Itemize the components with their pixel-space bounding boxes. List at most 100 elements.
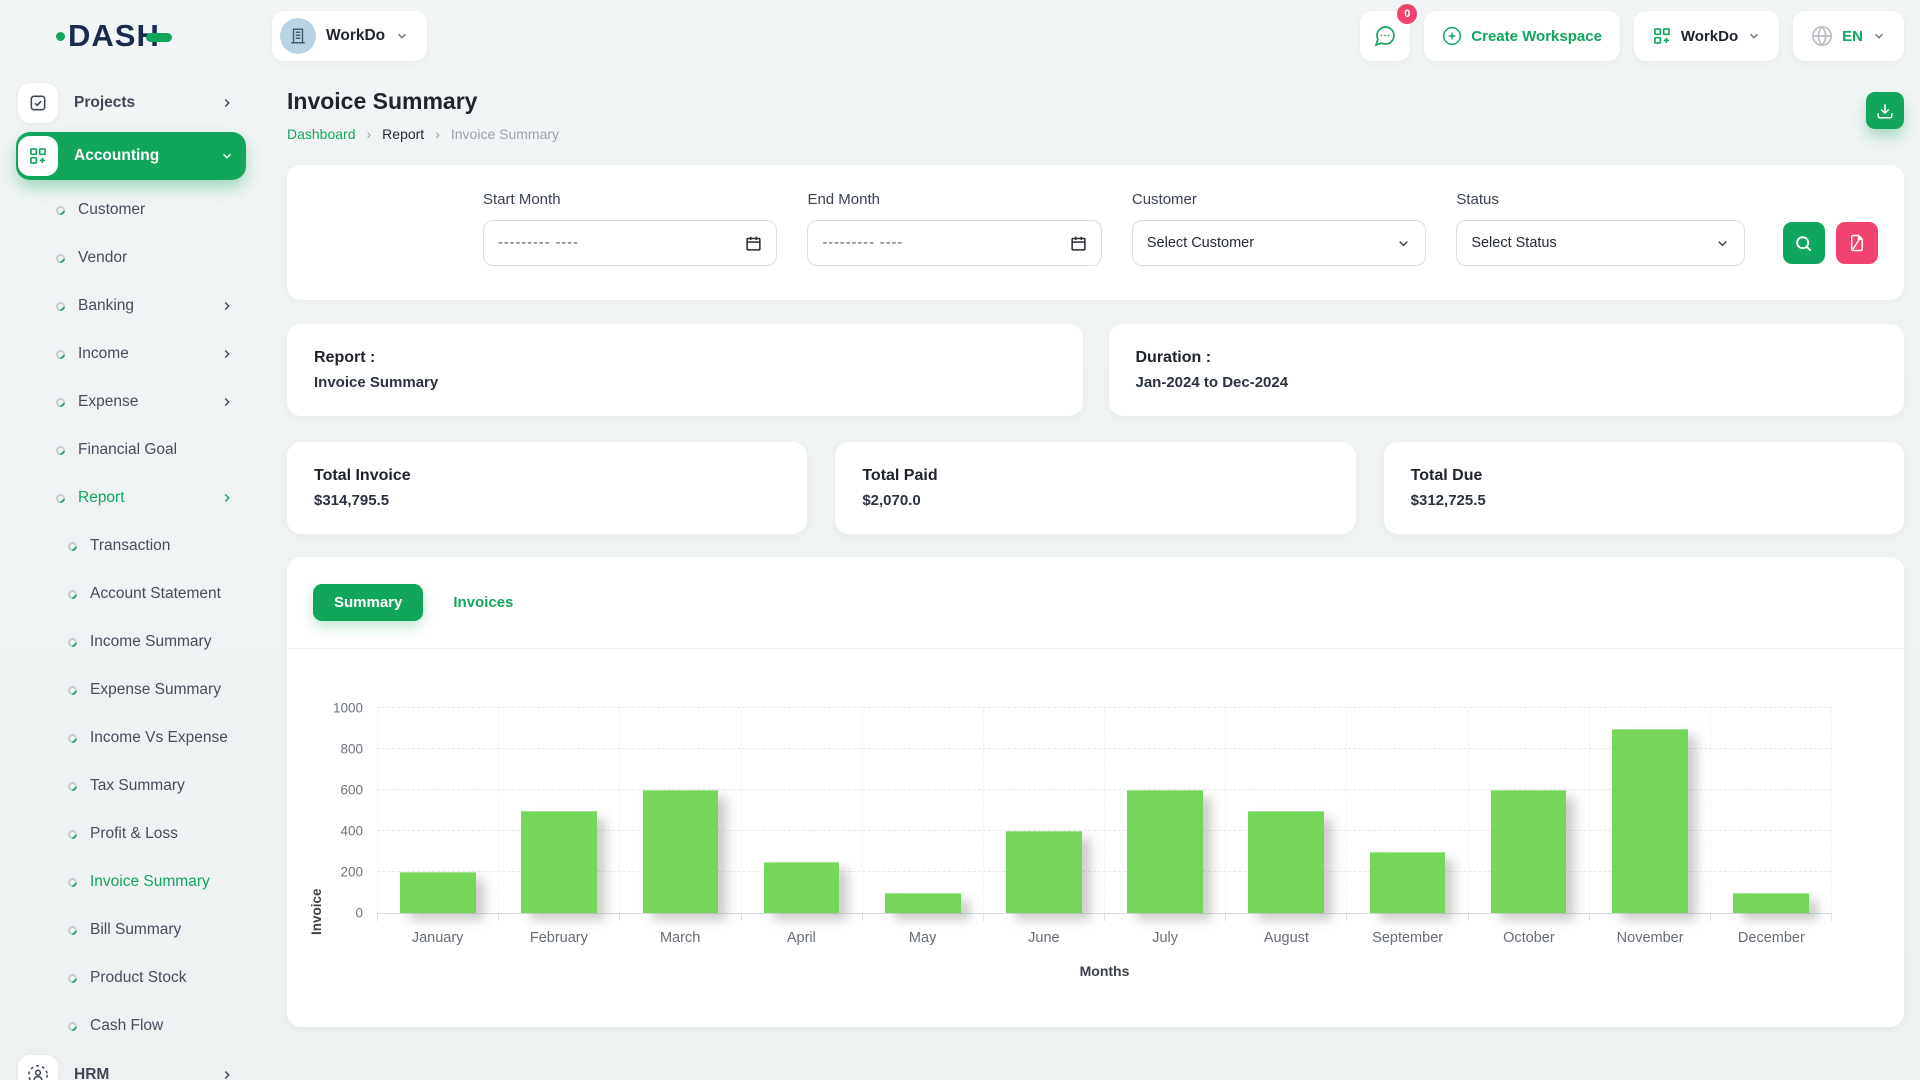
chart-slot-july [1105, 709, 1226, 913]
chevron-right-icon [220, 395, 234, 409]
start-month-label: Start Month [483, 191, 777, 208]
customer-select[interactable]: Select Customer [1132, 220, 1426, 266]
sidebar-item-tax-summary[interactable]: Tax Summary [16, 762, 246, 810]
chart-plot-area: 02004006008001000 [377, 709, 1832, 914]
chevron-down-icon [1396, 236, 1411, 251]
end-month-field: End Month --------- ---- [807, 191, 1101, 266]
logo-dot-icon [56, 32, 65, 41]
chart-x-tick-label-september: September [1347, 930, 1468, 946]
customer-label: Customer [1132, 191, 1426, 208]
sidebar-item-label: Invoice Summary [90, 873, 210, 891]
search-button[interactable] [1783, 222, 1825, 264]
sidebar-item-projects[interactable]: Projects [16, 80, 246, 126]
chart-bar-july [1127, 790, 1203, 913]
bullet-icon [66, 636, 79, 649]
sidebar-item-label: Expense Summary [90, 681, 221, 699]
chart-x-tick [1711, 914, 1832, 921]
sidebar-item-accounting[interactable]: Accounting [16, 132, 246, 180]
workspace-menu-label: WorkDo [1681, 28, 1738, 45]
breadcrumb-dashboard[interactable]: Dashboard [287, 126, 356, 142]
messages-button[interactable]: 0 [1360, 11, 1410, 61]
chart-slot-september [1347, 709, 1468, 913]
stat-card-total-invoice: Total Invoice$314,795.5 [287, 442, 807, 534]
sidebar-item-income-vs-expense[interactable]: Income Vs Expense [16, 714, 246, 762]
sidebar-item-label: Report [78, 489, 125, 507]
status-select[interactable]: Select Status [1456, 220, 1745, 266]
bullet-icon [66, 924, 79, 937]
chart-bars [377, 709, 1832, 913]
chart-x-tick-label-march: March [620, 930, 741, 946]
create-workspace-label: Create Workspace [1471, 28, 1602, 45]
chart-bar-october [1491, 790, 1567, 913]
sidebar-item-bill-summary[interactable]: Bill Summary [16, 906, 246, 954]
sidebar-item-account-statement[interactable]: Account Statement [16, 570, 246, 618]
status-label: Status [1456, 191, 1745, 208]
chevron-right-icon [220, 491, 234, 505]
chevron-down-icon [1715, 236, 1730, 251]
create-workspace-button[interactable]: Create Workspace [1424, 11, 1620, 61]
sidebar-item-expense[interactable]: Expense [16, 378, 246, 426]
bullet-icon [54, 444, 67, 457]
chart-x-tick [377, 914, 499, 921]
chart-bar-december [1733, 893, 1809, 914]
chart-x-tick [1469, 914, 1590, 921]
stat-value: $312,725.5 [1411, 492, 1877, 509]
tab-summary[interactable]: Summary [313, 584, 423, 621]
logo-dash-icon [146, 33, 172, 42]
breadcrumb: Dashboard›Report›Invoice Summary [287, 126, 559, 142]
sidebar-item-invoice-summary[interactable]: Invoice Summary [16, 858, 246, 906]
end-month-label: End Month [807, 191, 1101, 208]
chart-x-tick-label-december: December [1711, 930, 1832, 946]
sidebar-item-profit-loss[interactable]: Profit & Loss [16, 810, 246, 858]
chart-bar-january [400, 872, 476, 913]
sidebar-item-transaction[interactable]: Transaction [16, 522, 246, 570]
sidebar-item-hrm[interactable]: HRM [16, 1052, 246, 1080]
calendar-icon[interactable] [745, 235, 762, 252]
chart-x-tick-label-february: February [498, 930, 619, 946]
language-menu-button[interactable]: EN [1793, 11, 1904, 61]
chart-slot-october [1469, 709, 1590, 913]
sidebar-item-expense-summary[interactable]: Expense Summary [16, 666, 246, 714]
sidebar-item-cash-flow[interactable]: Cash Flow [16, 1002, 246, 1050]
bullet-icon [66, 780, 79, 793]
breadcrumb-invoice-summary: Invoice Summary [451, 126, 559, 142]
stat-label: Total Due [1411, 467, 1877, 485]
calendar-icon[interactable] [1070, 235, 1087, 252]
chart-x-tick [863, 914, 984, 921]
sidebar-item-label: Banking [78, 297, 134, 315]
chart-y-tick-label: 600 [340, 783, 363, 798]
chart-x-tick [499, 914, 620, 921]
sidebar-item-product-stock[interactable]: Product Stock [16, 954, 246, 1002]
start-month-field: Start Month --------- ---- [483, 191, 777, 266]
workspace-menu-button[interactable]: WorkDo [1634, 11, 1779, 61]
people-icon [18, 1055, 58, 1080]
sidebar-item-income-summary[interactable]: Income Summary [16, 618, 246, 666]
workspace-selector-label: WorkDo [326, 27, 385, 45]
reset-icon [1848, 234, 1866, 252]
sidebar-item-banking[interactable]: Banking [16, 282, 246, 330]
chart-y-axis-title: Invoice [309, 809, 325, 1014]
stat-label: Total Invoice [314, 467, 780, 485]
breadcrumb-report[interactable]: Report [382, 126, 424, 142]
sidebar-item-vendor[interactable]: Vendor [16, 234, 246, 282]
download-button[interactable] [1866, 92, 1904, 129]
chart-x-tick-label-november: November [1590, 930, 1711, 946]
tab-invoices[interactable]: Invoices [443, 584, 523, 621]
sidebar-item-customer[interactable]: Customer [16, 186, 246, 234]
chart-x-tick-label-october: October [1468, 930, 1589, 946]
start-month-input[interactable]: --------- ---- [483, 220, 777, 266]
chevron-down-icon [1747, 29, 1761, 43]
workspace-selector[interactable]: WorkDo [272, 11, 427, 61]
reset-button[interactable] [1836, 222, 1878, 264]
chart-x-tick-labels: JanuaryFebruaryMarchAprilMayJuneJulyAugu… [377, 930, 1832, 946]
sidebar-item-report[interactable]: Report [16, 474, 246, 522]
sidebar-item-label: Vendor [78, 249, 127, 267]
end-month-input[interactable]: --------- ---- [807, 220, 1101, 266]
sidebar-item-income[interactable]: Income [16, 330, 246, 378]
bullet-icon [54, 252, 67, 265]
chart-slot-may [863, 709, 984, 913]
chart-bar-september [1370, 852, 1446, 914]
bullet-icon [54, 300, 67, 313]
chart-x-tick [620, 914, 741, 921]
sidebar-item-financial-goal[interactable]: Financial Goal [16, 426, 246, 474]
